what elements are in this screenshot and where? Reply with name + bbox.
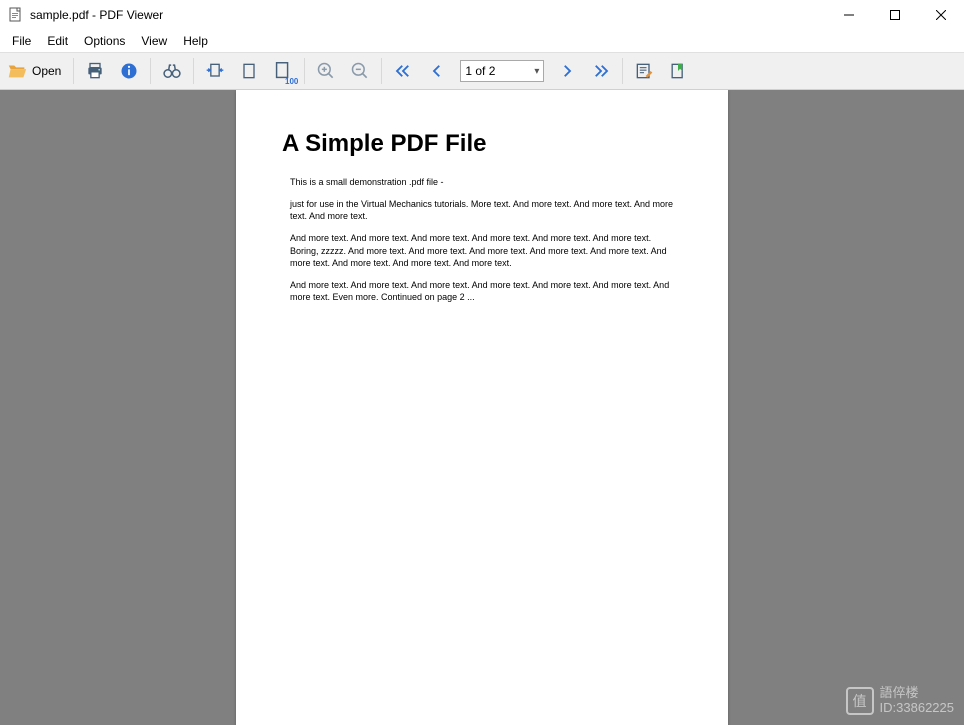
- close-button[interactable]: [918, 0, 964, 30]
- chevron-right-icon: [558, 62, 576, 80]
- pdf-page: A Simple PDF File This is a small demons…: [236, 90, 728, 725]
- next-page-button[interactable]: [552, 56, 582, 86]
- zoom-out-icon: [350, 61, 370, 81]
- zoom-100-label: 100: [285, 77, 298, 86]
- document-paragraph: And more text. And more text. And more t…: [282, 232, 682, 268]
- zoom-in-icon: [316, 61, 336, 81]
- annotate-icon: [634, 61, 654, 81]
- window-controls: [826, 0, 964, 30]
- actual-size-button[interactable]: 100: [268, 56, 298, 86]
- titlebar: sample.pdf - PDF Viewer: [0, 0, 964, 30]
- chevron-left-icon: [428, 62, 446, 80]
- printer-icon: [85, 61, 105, 81]
- info-icon: [119, 61, 139, 81]
- double-chevron-left-icon: [394, 62, 412, 80]
- menu-edit[interactable]: Edit: [39, 32, 76, 50]
- menu-view[interactable]: View: [133, 32, 175, 50]
- watermark: 值 語倅楼 ID:33862225: [846, 686, 954, 715]
- document-paragraph: This is a small demonstration .pdf file …: [282, 176, 682, 188]
- open-button[interactable]: Open: [4, 56, 67, 86]
- fit-page-button[interactable]: [234, 56, 264, 86]
- separator: [304, 58, 305, 84]
- menu-help[interactable]: Help: [175, 32, 216, 50]
- last-page-button[interactable]: [586, 56, 616, 86]
- app-icon: [8, 7, 24, 23]
- print-button[interactable]: [80, 56, 110, 86]
- chevron-down-icon: ▾: [534, 66, 539, 77]
- toolbar: Open 100: [0, 52, 964, 90]
- bookmark-icon: [668, 61, 688, 81]
- separator: [622, 58, 623, 84]
- first-page-button[interactable]: [388, 56, 418, 86]
- watermark-line2: ID:33862225: [880, 701, 954, 715]
- folder-open-icon: [6, 60, 28, 82]
- document-paragraph: And more text. And more text. And more t…: [282, 279, 682, 303]
- window-title: sample.pdf - PDF Viewer: [30, 8, 163, 22]
- page-selector[interactable]: 1 of 2 ▾: [460, 60, 544, 82]
- double-chevron-right-icon: [592, 62, 610, 80]
- binoculars-icon: [162, 61, 182, 81]
- zoom-in-button[interactable]: [311, 56, 341, 86]
- search-button[interactable]: [157, 56, 187, 86]
- separator: [193, 58, 194, 84]
- fit-width-icon: [205, 61, 225, 81]
- menu-file[interactable]: File: [4, 32, 39, 50]
- annotate-button[interactable]: [629, 56, 659, 86]
- watermark-icon: 值: [846, 687, 874, 715]
- open-label: Open: [32, 64, 61, 78]
- separator: [73, 58, 74, 84]
- page-selector-label: 1 of 2: [465, 64, 495, 78]
- menu-options[interactable]: Options: [76, 32, 133, 50]
- document-paragraph: just for use in the Virtual Mechanics tu…: [282, 198, 682, 222]
- document-viewer[interactable]: A Simple PDF File This is a small demons…: [0, 90, 964, 725]
- watermark-line1: 語倅楼: [880, 686, 954, 700]
- separator: [381, 58, 382, 84]
- fit-page-icon: [239, 61, 259, 81]
- prev-page-button[interactable]: [422, 56, 452, 86]
- document-heading: A Simple PDF File: [282, 130, 682, 158]
- separator: [150, 58, 151, 84]
- zoom-out-button[interactable]: [345, 56, 375, 86]
- menubar: File Edit Options View Help: [0, 30, 964, 52]
- minimize-button[interactable]: [826, 0, 872, 30]
- maximize-button[interactable]: [872, 0, 918, 30]
- info-button[interactable]: [114, 56, 144, 86]
- bookmark-button[interactable]: [663, 56, 693, 86]
- fit-width-button[interactable]: [200, 56, 230, 86]
